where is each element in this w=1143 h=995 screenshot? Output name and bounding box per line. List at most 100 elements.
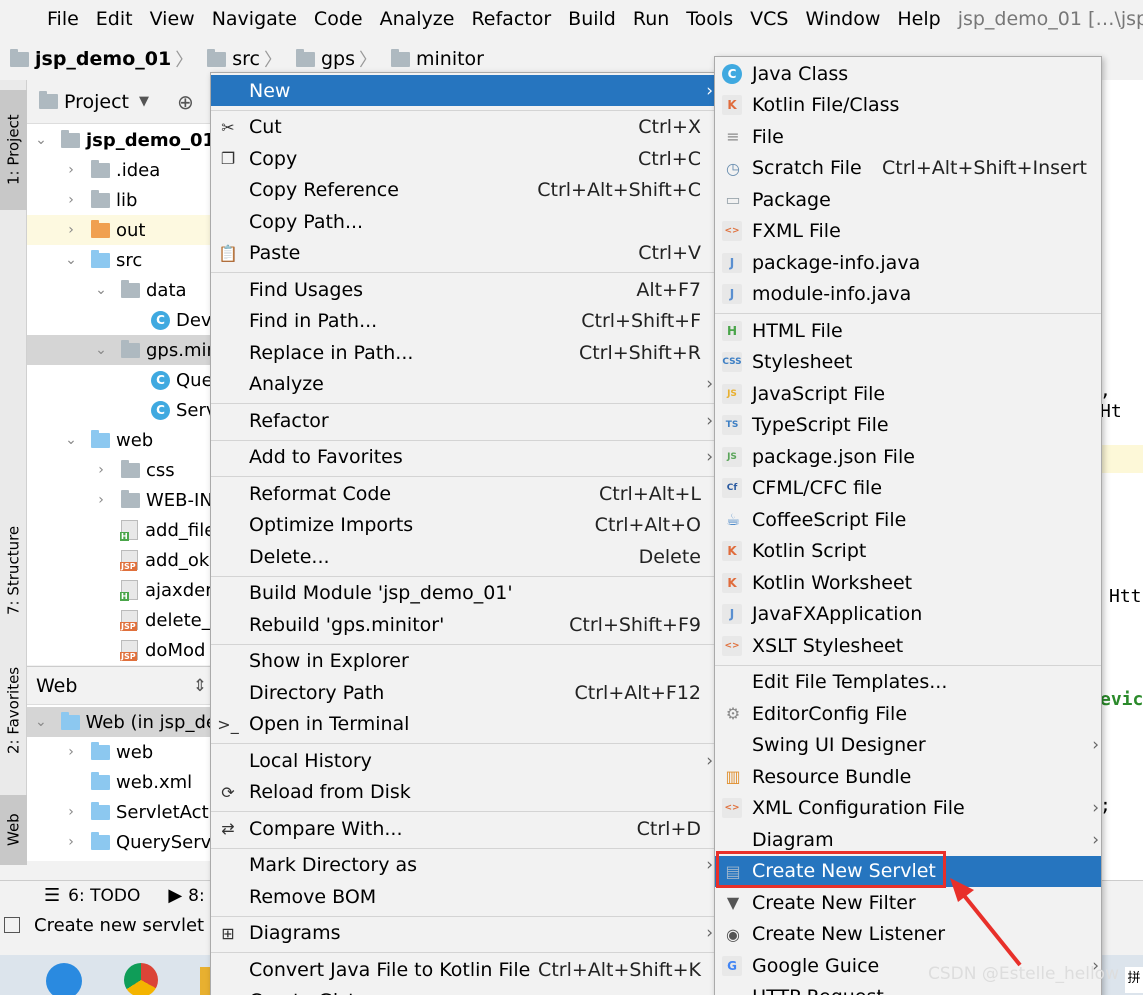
tree-item[interactable]: › web <box>27 737 217 767</box>
menu-item-package-json-file[interactable]: JS package.json File <box>715 441 1101 472</box>
menu-item-local-history[interactable]: Local History › <box>211 745 715 776</box>
menu-item-javascript-file[interactable]: JS JavaScript File <box>715 378 1101 409</box>
menu-item-xml-configuration-file[interactable]: <> XML Configuration File › <box>715 793 1101 824</box>
tree-item[interactable]: ⌄ src <box>27 245 217 275</box>
menu-item-paste[interactable]: 📋 Paste Ctrl+V <box>211 238 715 269</box>
menu-item-fxml-file[interactable]: <> FXML File <box>715 216 1101 247</box>
menu-item-rebuild-gps-minitor[interactable]: Rebuild 'gps.minitor' Ctrl+Shift+F9 <box>211 609 715 640</box>
status-toggle-icon[interactable] <box>4 917 20 933</box>
tab-favorites[interactable]: 2: Favorites <box>0 655 27 765</box>
menu-item-convert-java-file-to-kotlin-file[interactable]: Convert Java File to Kotlin File Ctrl+Alt… <box>211 954 715 985</box>
menu-view[interactable]: View <box>150 8 195 30</box>
menu-file[interactable]: File <box>47 8 79 30</box>
menu-item-analyze[interactable]: Analyze › <box>211 369 715 400</box>
tree-item[interactable]: C Serv <box>27 395 217 425</box>
menu-edit[interactable]: Edit <box>96 8 133 30</box>
menu-item-replace-in-path[interactable]: Replace in Path... Ctrl+Shift+R <box>211 337 715 368</box>
menu-analyze[interactable]: Analyze <box>380 8 455 30</box>
chevron-down-icon[interactable]: ⌄ <box>63 252 79 268</box>
tree-item[interactable]: C Que <box>27 365 217 395</box>
taskbar-app-icon[interactable] <box>46 963 82 995</box>
menu-tools[interactable]: Tools <box>686 8 733 30</box>
tree-item[interactable]: ⌄ data <box>27 275 217 305</box>
chevron-right-icon[interactable]: › <box>63 834 79 850</box>
menu-item-java-class[interactable]: C Java Class <box>715 58 1101 89</box>
menu-item-html-file[interactable]: H HTML File <box>715 315 1101 346</box>
menu-item-swing-ui-designer[interactable]: Swing UI Designer › <box>715 730 1101 761</box>
menu-item-file[interactable]: ≡ File <box>715 121 1101 152</box>
ime-icon[interactable]: 拼 <box>1125 967 1143 993</box>
chevron-down-icon[interactable]: ⌄ <box>93 342 109 358</box>
menu-item-scratch-file[interactable]: ◷ Scratch File Ctrl+Alt+Shift+Insert <box>715 153 1101 184</box>
chevron-right-icon[interactable]: › <box>63 222 79 238</box>
menu-item-copy[interactable]: ❐ Copy Ctrl+C <box>211 143 715 174</box>
menu-item-create-new-listener[interactable]: ◉ Create New Listener <box>715 919 1101 950</box>
menu-code[interactable]: Code <box>314 8 363 30</box>
menu-item-copy-path[interactable]: Copy Path... <box>211 206 715 237</box>
menu-item-find-in-path[interactable]: Find in Path... Ctrl+Shift+F <box>211 306 715 337</box>
tree-item[interactable]: › ServletActi <box>27 797 217 827</box>
menu-refactor[interactable]: Refactor <box>471 8 551 30</box>
breadcrumb-item[interactable]: gps 〉 <box>295 46 385 72</box>
chevron-down-icon[interactable]: ⌄ <box>63 432 79 448</box>
menu-item-copy-reference[interactable]: Copy Reference Ctrl+Alt+Shift+C <box>211 175 715 206</box>
menu-item-new[interactable]: New › <box>211 75 715 106</box>
tree-item[interactable]: Hadd_file <box>27 515 217 545</box>
tab-structure[interactable]: 7: Structure <box>0 510 27 630</box>
menu-item-compare-with[interactable]: ⇄ Compare With... Ctrl+D <box>211 813 715 844</box>
tab-web[interactable]: Web <box>0 795 27 865</box>
chevron-right-icon[interactable]: › <box>93 492 109 508</box>
tree-item[interactable]: JSP doMod <box>27 635 217 665</box>
menu-item-cfml-cfc-file[interactable]: Cf CFML/CFC file <box>715 473 1101 504</box>
menu-item-resource-bundle[interactable]: ▥ Resource Bundle <box>715 761 1101 792</box>
menu-item-editorconfig-file[interactable]: ⚙ EditorConfig File <box>715 698 1101 729</box>
chevron-down-icon[interactable]: ⌄ <box>33 132 49 148</box>
menu-item-find-usages[interactable]: Find Usages Alt+F7 <box>211 274 715 305</box>
menu-item-javafxapplication[interactable]: J JavaFXApplication <box>715 599 1101 630</box>
menu-item-coffeescript-file[interactable]: ☕ CoffeeScript File <box>715 504 1101 535</box>
tree-item[interactable]: ⌄ web <box>27 425 217 455</box>
tree-item[interactable]: › css <box>27 455 217 485</box>
chevron-down-icon[interactable]: ▼ <box>139 94 149 109</box>
tree-item[interactable]: › QueryServl <box>27 827 217 857</box>
tree-item[interactable]: web.xml <box>27 767 217 797</box>
chevron-right-icon[interactable]: › <box>63 744 79 760</box>
tree-item[interactable]: C Dev <box>27 305 217 335</box>
menu-item-delete[interactable]: Delete... Delete <box>211 541 715 572</box>
tree-item[interactable]: ⌄ Web (in jsp_de <box>27 707 217 737</box>
breadcrumb-item[interactable]: minitor <box>390 48 484 70</box>
menu-help[interactable]: Help <box>897 8 940 30</box>
menu-item-cut[interactable]: ✂ Cut Ctrl+X <box>211 112 715 143</box>
tree-item[interactable]: ⌄ jsp_demo_01 <box>27 125 217 155</box>
chevron-down-icon[interactable]: ⌄ <box>93 282 109 298</box>
project-panel-title[interactable]: Project <box>64 91 129 113</box>
menu-item-stylesheet[interactable]: CSS Stylesheet <box>715 347 1101 378</box>
menu-item-kotlin-file-class[interactable]: K Kotlin File/Class <box>715 90 1101 121</box>
tab-project[interactable]: 1: Project <box>0 90 27 210</box>
menu-item-show-in-explorer[interactable]: Show in Explorer <box>211 646 715 677</box>
tree-item[interactable]: › .idea <box>27 155 217 185</box>
chevron-right-icon[interactable]: › <box>63 192 79 208</box>
menu-item-refactor[interactable]: Refactor › <box>211 405 715 436</box>
menu-item-reload-from-disk[interactable]: ⟳ Reload from Disk <box>211 777 715 808</box>
menu-run[interactable]: Run <box>633 8 669 30</box>
tree-item[interactable]: JSP add_ok <box>27 545 217 575</box>
menu-item-reformat-code[interactable]: Reformat Code Ctrl+Alt+L <box>211 478 715 509</box>
menu-item-directory-path[interactable]: Directory Path Ctrl+Alt+F12 <box>211 677 715 708</box>
tree-item[interactable]: ⌄ gps.mir <box>27 335 217 365</box>
chrome-icon[interactable] <box>124 963 158 995</box>
tree-item[interactable]: Hajaxder <box>27 575 217 605</box>
menu-item-add-to-favorites[interactable]: Add to Favorites › <box>211 442 715 473</box>
menu-window[interactable]: Window <box>805 8 880 30</box>
menu-item-module-info-java[interactable]: Jmodule-info.java <box>715 279 1101 310</box>
menu-item-package[interactable]: ▭ Package <box>715 184 1101 215</box>
menu-item-diagrams[interactable]: ⊞ Diagrams › <box>211 918 715 949</box>
chevron-right-icon[interactable]: › <box>63 804 79 820</box>
tree-item[interactable]: JSP delete_ <box>27 605 217 635</box>
menu-build[interactable]: Build <box>568 8 616 30</box>
menu-item-optimize-imports[interactable]: Optimize Imports Ctrl+Alt+O <box>211 510 715 541</box>
menu-item-xslt-stylesheet[interactable]: <> XSLT Stylesheet <box>715 630 1101 661</box>
tree-item[interactable]: › out <box>27 215 217 245</box>
menu-item-kotlin-script[interactable]: K Kotlin Script <box>715 536 1101 567</box>
chevron-right-icon[interactable]: › <box>63 162 79 178</box>
